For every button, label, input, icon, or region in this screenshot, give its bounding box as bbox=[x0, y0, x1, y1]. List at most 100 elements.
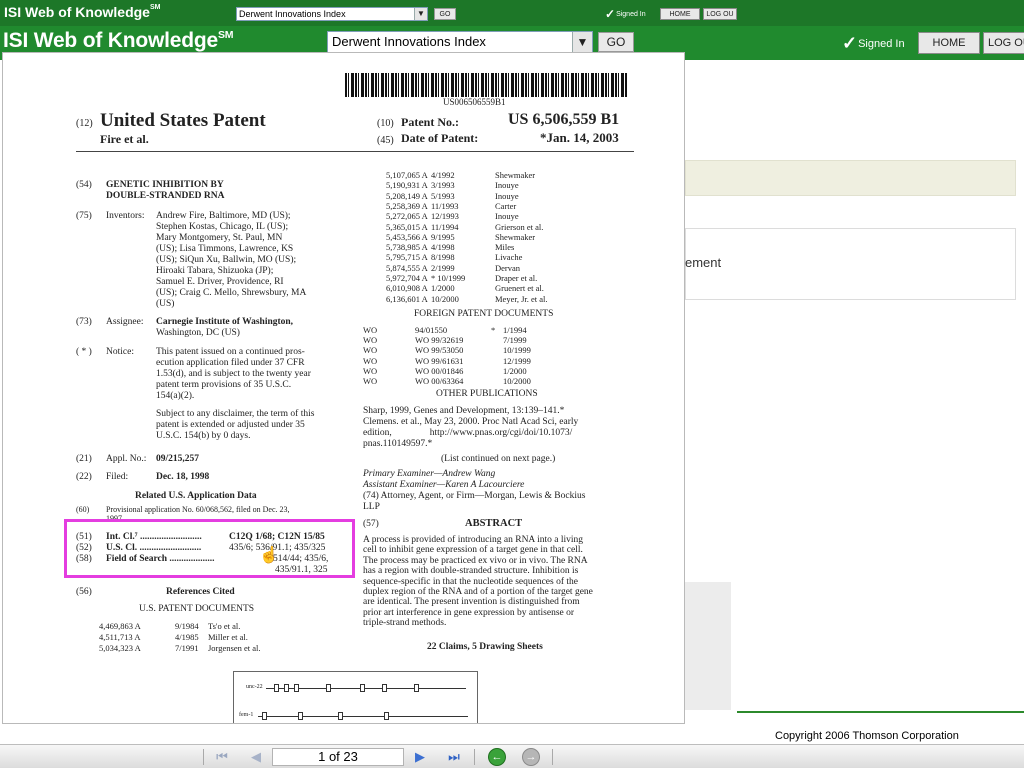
toolbar-separator bbox=[203, 749, 204, 765]
last-page-icon[interactable]: ⏭ bbox=[444, 748, 464, 766]
patent-type-title: United States Patent bbox=[100, 110, 266, 131]
foreign-ref-number: WO 99/53050 bbox=[415, 345, 464, 356]
copyright-text: Copyright 2006 Thomson Corporation bbox=[775, 730, 959, 742]
invention-title-line-1: GENETIC INHIBITION BY bbox=[106, 180, 224, 190]
barcode-image bbox=[345, 73, 627, 97]
foreign-ref-number: WO 00/63364 bbox=[415, 376, 464, 386]
inventors-line: (US); SiQun Xu, Ballwin, MO (US); bbox=[156, 255, 297, 265]
other-pub-heading: OTHER PUBLICATIONS bbox=[436, 389, 538, 399]
us-ref-date: 3/1993 bbox=[431, 180, 455, 191]
us-ref-number: 5,190,931 A bbox=[386, 180, 428, 191]
us-ref-date: 7/1991 bbox=[175, 643, 199, 653]
foreign-ref-date: 7/1999 bbox=[503, 335, 527, 346]
references-heading: References Cited bbox=[166, 587, 235, 597]
next-page-icon[interactable]: ▶ bbox=[410, 748, 430, 766]
go-button[interactable]: GO bbox=[598, 32, 634, 52]
notice-label: Notice: bbox=[106, 347, 134, 357]
back-button[interactable]: ← bbox=[487, 748, 507, 766]
foreign-ref-date: 1/1994 bbox=[503, 325, 527, 335]
footer-divider bbox=[737, 711, 1024, 713]
code-56: (56) bbox=[76, 587, 92, 597]
inventors-line: (US); Craig C. Mello, Shrewsbury, MA bbox=[156, 288, 307, 298]
notice-line: 154(a)(2). bbox=[156, 391, 195, 401]
foreign-ref-number: 94/01550 bbox=[415, 325, 448, 335]
database-select-small[interactable]: Derwent Innovations Index ▼ bbox=[236, 7, 428, 21]
page-indicator[interactable]: 1 of 23 bbox=[272, 748, 404, 766]
foreign-ref-date: 10/2000 bbox=[503, 376, 531, 386]
list-continued: (List continued on next page.) bbox=[441, 454, 556, 464]
foreign-ref-number: WO 99/32619 bbox=[415, 335, 464, 346]
brand-logo-small[interactable]: ISI Web of KnowledgeSM bbox=[4, 4, 160, 20]
code-notice: ( * ) bbox=[76, 347, 92, 357]
us-ref-author: Gruenert et al. bbox=[495, 283, 544, 294]
code-45: (45) bbox=[377, 135, 394, 146]
examiner-line: Assistant Examiner—Karen A Lacourciere bbox=[363, 480, 525, 490]
notice-line: This patent issued on a continued pros- bbox=[156, 347, 305, 357]
inventors-line: Stephen Kostas, Chicago, IL (US); bbox=[156, 222, 289, 232]
us-ref-number: 5,972,704 A bbox=[386, 273, 428, 283]
us-ref-date: 8/1998 bbox=[431, 252, 455, 263]
code-60: (60) bbox=[76, 505, 90, 514]
us-ref-date: 9/1984 bbox=[175, 621, 199, 631]
other-pub-line: Clemens. et al., May 23, 2000. Proc Natl… bbox=[363, 417, 579, 427]
home-button-small[interactable]: HOME bbox=[660, 8, 700, 20]
logout-button[interactable]: LOG OU bbox=[983, 32, 1024, 54]
inventors-line: Hiroaki Tabara, Shizuoka (JP); bbox=[156, 266, 274, 276]
logout-button-small[interactable]: LOG OU bbox=[703, 8, 737, 20]
database-select[interactable]: Derwent Innovations Index ▼ bbox=[327, 31, 593, 53]
foreign-ref-number: WO 00/01846 bbox=[415, 365, 464, 376]
hand-cursor-icon: ☝ bbox=[259, 547, 279, 564]
appl-no-value: 09/215,257 bbox=[156, 454, 200, 464]
disclaimer-line: Subject to any disclaimer, the term of t… bbox=[156, 409, 315, 419]
chevron-down-icon: ▼ bbox=[572, 32, 592, 52]
us-ref-number: 5,365,015 A bbox=[386, 221, 428, 232]
toolbar-separator bbox=[474, 749, 475, 765]
patent-no-label: Patent No.: bbox=[401, 115, 459, 129]
previous-page-icon[interactable]: ◀ bbox=[246, 748, 266, 766]
inventor-short: Fire et al. bbox=[100, 132, 149, 146]
foreign-ref-country: WO bbox=[363, 365, 378, 376]
appl-no-label: Appl. No.: bbox=[106, 454, 147, 464]
back-arrow-icon: ← bbox=[488, 748, 506, 766]
us-ref-author: Grierson et al. bbox=[495, 221, 544, 232]
checkmark-icon: ✓ bbox=[605, 7, 616, 21]
background-panel bbox=[685, 228, 1016, 300]
us-ref-author: Dervan bbox=[495, 262, 521, 273]
us-ref-number: 5,738,985 A bbox=[386, 242, 428, 253]
brand-logo[interactable]: ISI Web of KnowledgeSM bbox=[3, 29, 234, 53]
foreign-ref-date: 12/1999 bbox=[503, 355, 531, 366]
filed-label: Filed: bbox=[106, 472, 129, 482]
home-button[interactable]: HOME bbox=[918, 32, 980, 54]
us-ref-date: 2/1999 bbox=[431, 262, 455, 273]
us-ref-author: Jorgensen et al. bbox=[208, 643, 261, 653]
us-ref-date: 4/1998 bbox=[431, 242, 455, 253]
foreign-ref-date: 1/2000 bbox=[503, 365, 527, 376]
us-ref-date: 1/2000 bbox=[431, 283, 455, 294]
go-button-small[interactable]: GO bbox=[434, 8, 456, 20]
gene-diagram-figure: unc-22 fem-1 bbox=[233, 671, 478, 723]
other-pub-line: edition, http://www.pnas.org/cgi/doi/10.… bbox=[363, 428, 573, 438]
background-band bbox=[685, 160, 1016, 196]
notice-line: 1.53(d), and is subject to the twenty ye… bbox=[156, 369, 311, 379]
forward-button[interactable]: → bbox=[521, 748, 541, 766]
forward-arrow-icon: → bbox=[522, 748, 540, 766]
us-ref-number: 5,453,566 A bbox=[386, 231, 428, 242]
us-ref-number: 6,010,908 A bbox=[386, 283, 428, 294]
chevron-down-icon: ▼ bbox=[414, 8, 427, 20]
foreign-ref-country: WO bbox=[363, 335, 378, 346]
inventors-line: Samuel E. Driver, Providence, RI bbox=[156, 277, 284, 287]
examiner-line: Primary Examiner—Andrew Wang bbox=[363, 469, 496, 479]
foreign-ref-number: WO 99/61631 bbox=[415, 355, 464, 366]
code-21: (21) bbox=[76, 454, 92, 464]
patent-document-viewer[interactable]: US006506559B1 (12) United States Patent … bbox=[2, 52, 685, 724]
first-page-icon[interactable]: ⏮ bbox=[212, 748, 232, 766]
filed-value: Dec. 18, 1998 bbox=[156, 472, 210, 482]
code-54: (54) bbox=[76, 180, 92, 190]
inventors-label: Inventors: bbox=[106, 211, 145, 221]
code-22: (22) bbox=[76, 472, 92, 482]
code-10: (10) bbox=[377, 118, 394, 129]
us-ref-author: Miles bbox=[495, 242, 515, 253]
disclaimer-line: patent is extended or adjusted under 35 bbox=[156, 420, 305, 430]
us-ref-author: Miller et al. bbox=[208, 632, 248, 642]
us-ref-author: Inouye bbox=[495, 180, 519, 191]
